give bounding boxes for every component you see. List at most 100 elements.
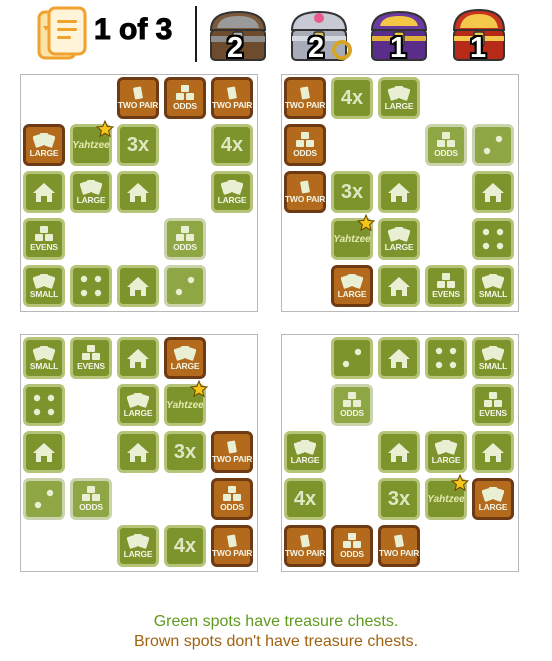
four-dots-icon	[27, 388, 61, 422]
board-3: SMALL EVENS LARGE LARGE Yahtzee 3x TWO PAIR ODD…	[20, 334, 258, 572]
evens-tile[interactable]: EVENS	[472, 384, 514, 426]
odds-tile[interactable]: ODDS	[284, 124, 326, 166]
large-straight-tile[interactable]: LARGE	[164, 337, 206, 379]
odds-tile[interactable]: ODDS	[331, 525, 373, 567]
small-straight-tile[interactable]: SMALL	[472, 337, 514, 379]
two-dots-icon	[335, 341, 369, 375]
multiplier-label: 3x	[340, 181, 364, 203]
house-icon	[125, 275, 151, 297]
full-house-tile[interactable]	[378, 431, 420, 473]
evens-tile[interactable]: EVENS	[70, 337, 112, 379]
four-of-a-kind-tile[interactable]: 4x	[211, 124, 253, 166]
large-straight-tile[interactable]: LARGE	[425, 431, 467, 473]
tile-label: ODDS	[340, 549, 364, 559]
three-of-a-kind-tile[interactable]: 3x	[164, 431, 206, 473]
multiplier-label: 4x	[293, 488, 317, 510]
cards-fan-icon	[341, 273, 363, 289]
four-dots-tile[interactable]	[425, 337, 467, 379]
full-house-tile[interactable]	[117, 337, 159, 379]
cards-fan-icon	[435, 439, 457, 455]
tile-label: SMALL	[478, 361, 508, 371]
three-of-a-kind-tile[interactable]: 3x	[331, 171, 373, 213]
card-icon	[225, 440, 239, 454]
four-of-a-kind-tile[interactable]: 4x	[331, 77, 373, 119]
small-straight-tile[interactable]: SMALL	[23, 337, 65, 379]
large-straight-tile[interactable]: LARGE	[23, 124, 65, 166]
two-pair-tile[interactable]: TWO PAIR	[211, 77, 253, 119]
star-icon	[95, 119, 115, 138]
two-dots-tile[interactable]	[23, 478, 65, 520]
dice-icon	[296, 132, 314, 148]
dice-icon	[35, 226, 53, 242]
two-dots-tile[interactable]	[164, 265, 206, 307]
evens-tile[interactable]: EVENS	[425, 265, 467, 307]
large-straight-tile[interactable]: LARGE	[117, 525, 159, 567]
two-pair-tile[interactable]: TWO PAIR	[284, 171, 326, 213]
two-dots-tile[interactable]	[472, 124, 514, 166]
odds-tile[interactable]: ODDS	[211, 478, 253, 520]
two-pair-tile[interactable]: TWO PAIR	[211, 431, 253, 473]
star-icon	[450, 473, 470, 492]
four-of-a-kind-tile[interactable]: 4x	[284, 478, 326, 520]
two-pair-tile[interactable]: TWO PAIR	[284, 525, 326, 567]
large-straight-tile[interactable]: LARGE	[331, 265, 373, 307]
house-icon	[386, 441, 412, 463]
tile-label: LARGE	[290, 455, 320, 465]
large-straight-tile[interactable]: LARGE	[117, 384, 159, 426]
four-of-a-kind-tile[interactable]: 4x	[164, 525, 206, 567]
page-count: 1 of 3	[93, 13, 173, 47]
large-straight-tile[interactable]: LARGE	[211, 171, 253, 213]
cards-fan-icon	[221, 179, 243, 195]
two-dots-tile[interactable]	[331, 337, 373, 379]
two-pair-tile[interactable]: TWO PAIR	[284, 77, 326, 119]
full-house-tile[interactable]	[23, 431, 65, 473]
odds-tile[interactable]: ODDS	[164, 218, 206, 260]
four-dots-tile[interactable]	[70, 265, 112, 307]
star-icon	[356, 213, 376, 232]
full-house-tile[interactable]	[472, 431, 514, 473]
small-straight-tile[interactable]: SMALL	[472, 265, 514, 307]
two-pair-tile[interactable]: TWO PAIR	[117, 77, 159, 119]
large-straight-tile[interactable]: LARGE	[284, 431, 326, 473]
card-icon	[298, 180, 312, 194]
full-house-tile[interactable]	[117, 171, 159, 213]
three-of-a-kind-tile[interactable]: 3x	[117, 124, 159, 166]
evens-tile[interactable]: EVENS	[23, 218, 65, 260]
multiplier-label: 3x	[173, 441, 197, 463]
tile-label: SMALL	[29, 289, 59, 299]
odds-tile[interactable]: ODDS	[70, 478, 112, 520]
odds-tile[interactable]: ODDS	[164, 77, 206, 119]
odds-tile[interactable]: ODDS	[331, 384, 373, 426]
scroll-icon	[33, 6, 91, 62]
full-house-tile[interactable]	[472, 171, 514, 213]
three-of-a-kind-tile[interactable]: 3x	[378, 478, 420, 520]
large-straight-tile[interactable]: LARGE	[378, 77, 420, 119]
odds-tile[interactable]: ODDS	[425, 124, 467, 166]
tile-label: ODDS	[434, 148, 458, 158]
tile-label: LARGE	[29, 148, 59, 158]
large-straight-tile[interactable]: LARGE	[472, 478, 514, 520]
tile-label: LARGE	[431, 455, 461, 465]
full-house-tile[interactable]	[23, 171, 65, 213]
two-pair-tile[interactable]: TWO PAIR	[211, 525, 253, 567]
multiplier-label: 4x	[220, 134, 244, 156]
tile-label: TWO PAIR	[211, 454, 253, 464]
card-icon	[298, 534, 312, 548]
two-dots-icon	[168, 269, 202, 303]
tile-label: TWO PAIR	[284, 548, 326, 558]
large-straight-tile[interactable]: LARGE	[70, 171, 112, 213]
four-dots-tile[interactable]	[472, 218, 514, 260]
full-house-tile[interactable]	[117, 265, 159, 307]
full-house-tile[interactable]	[378, 265, 420, 307]
large-straight-tile[interactable]: LARGE	[378, 218, 420, 260]
small-straight-tile[interactable]: SMALL	[23, 265, 65, 307]
tile-label: EVENS	[432, 289, 460, 299]
full-house-tile[interactable]	[117, 431, 159, 473]
full-house-tile[interactable]	[378, 337, 420, 379]
four-dots-tile[interactable]	[23, 384, 65, 426]
tile-label: TWO PAIR	[211, 100, 253, 110]
two-pair-tile[interactable]: TWO PAIR	[378, 525, 420, 567]
full-house-tile[interactable]	[378, 171, 420, 213]
multiplier-label: 3x	[387, 488, 411, 510]
yahtzee-logo: Yahtzee	[72, 139, 110, 151]
